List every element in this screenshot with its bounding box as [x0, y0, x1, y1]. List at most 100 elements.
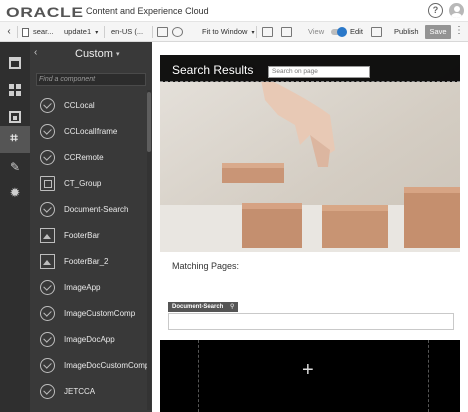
section-guide-line	[160, 81, 460, 82]
search-results-section[interactable]: Search Results Search on page	[160, 55, 460, 252]
component-label: JETCCA	[64, 387, 96, 396]
check-circle-icon	[40, 332, 55, 347]
rail-item-settings[interactable]: ✹	[0, 180, 30, 207]
component-label: ImageApp	[64, 283, 101, 292]
chevron-down-icon[interactable]: ▾	[116, 50, 120, 58]
group-icon	[40, 176, 55, 191]
components-panel: ‹ Custom ▾ Find a component CCLocal CCLo…	[30, 42, 152, 412]
component-item[interactable]: CCLocal	[30, 93, 146, 119]
component-label: CT_Group	[64, 179, 102, 188]
component-label: CCRemote	[64, 153, 104, 162]
oracle-logo: ORACLE	[6, 4, 84, 20]
editor-toolbar: ‹ sear... update1 ▾ en-US (... Fit to Wi…	[0, 22, 468, 42]
toolbar-divider	[17, 26, 18, 38]
update-selector[interactable]: update1 ▾	[64, 22, 98, 42]
check-circle-icon	[40, 124, 55, 139]
component-label: ImageDocCustomComp	[64, 361, 150, 370]
image-icon	[40, 254, 55, 269]
component-label: ImageDocApp	[64, 335, 115, 344]
component-label: CCLocalIframe	[64, 127, 118, 136]
component-label: FooterBar_2	[64, 257, 109, 266]
component-item[interactable]: ImageApp	[30, 275, 146, 301]
hero-photo	[160, 55, 460, 252]
component-item[interactable]: CCLocalIframe	[30, 119, 146, 145]
add-component-icon[interactable]: +	[302, 360, 314, 380]
check-circle-icon	[40, 384, 55, 399]
component-item[interactable]: CCRemote	[30, 145, 146, 171]
rail-item-components[interactable]: ⌗	[0, 126, 30, 153]
view-mode-label[interactable]: View	[308, 22, 324, 42]
rail-item-layout[interactable]	[0, 50, 30, 77]
device-preview-icon[interactable]	[157, 27, 168, 37]
slot-guide-line	[198, 340, 199, 412]
component-label: CCLocal	[64, 101, 95, 110]
component-label: Document-Search	[64, 205, 129, 214]
panel-title[interactable]: Custom	[75, 48, 113, 60]
document-search-component[interactable]	[168, 313, 454, 330]
brand-bar: ORACLE Content and Experience Cloud ?	[0, 0, 468, 22]
empty-slot[interactable]: +	[160, 340, 460, 412]
check-circle-icon	[40, 98, 55, 113]
product-name: Content and Experience Cloud	[86, 6, 209, 16]
component-item[interactable]: Document-Search	[30, 197, 146, 223]
panel-scroll-thumb[interactable]	[147, 92, 151, 152]
image-icon	[40, 228, 55, 243]
back-button[interactable]: ‹	[3, 22, 15, 42]
share-icon[interactable]	[371, 27, 382, 37]
check-circle-icon	[40, 306, 55, 321]
find-component-input[interactable]: Find a component	[36, 73, 146, 86]
image-icon	[9, 111, 21, 123]
component-item[interactable]: FooterBar	[30, 223, 146, 249]
search-on-page-input[interactable]: Search on page	[268, 66, 370, 78]
page-icon	[22, 28, 29, 37]
history-icon[interactable]	[281, 27, 292, 37]
component-item[interactable]: ImageCustomComp	[30, 301, 146, 327]
more-options-icon[interactable]: ⋮	[454, 22, 464, 42]
rail-item-theme[interactable]: ✎	[0, 154, 30, 181]
user-avatar-icon[interactable]	[449, 3, 464, 18]
rotate-icon[interactable]	[172, 27, 183, 37]
fit-label: Fit to Window	[202, 27, 248, 36]
component-item[interactable]: CT_Group	[30, 171, 146, 197]
page-canvas: Search Results Search on page Matching P…	[152, 42, 468, 412]
component-label: ImageCustomComp	[64, 309, 136, 318]
check-circle-icon	[40, 280, 55, 295]
search-results-title: Search Results	[172, 63, 254, 77]
edit-mode-label[interactable]: Edit	[350, 22, 363, 42]
check-circle-icon	[40, 358, 55, 373]
check-circle-icon	[40, 150, 55, 165]
document-search-tag-label: Document-Search	[172, 304, 224, 310]
layout-options-icon[interactable]	[262, 27, 273, 37]
toolbar-divider	[256, 26, 257, 38]
matching-pages-label: Matching Pages:	[172, 261, 240, 271]
help-icon[interactable]: ?	[428, 3, 443, 18]
left-rail: ⌗ ✎ ✹	[0, 42, 30, 412]
component-item[interactable]: ImageDocApp	[30, 327, 146, 353]
chevron-down-icon: ▾	[95, 30, 99, 36]
component-label: FooterBar	[64, 231, 100, 240]
collapse-panel-icon[interactable]: ‹	[34, 47, 37, 58]
toggle-knob	[337, 27, 347, 37]
update-name: update1	[64, 27, 92, 36]
grid-icon	[9, 84, 21, 96]
save-button[interactable]: Save	[425, 25, 451, 39]
gear-icon: ✹	[9, 185, 21, 200]
component-item[interactable]: JETCCA	[30, 379, 146, 405]
slot-guide-line	[428, 340, 429, 412]
page-name[interactable]: sear...	[33, 22, 53, 42]
fit-to-window-select[interactable]: Fit to Window ▾	[202, 22, 255, 42]
site-builder-app: ORACLE Content and Experience Cloud ? ‹ …	[0, 0, 468, 412]
component-item[interactable]: ImageDocCustomComp	[30, 353, 150, 379]
settings-icon[interactable]: ⚲	[230, 304, 234, 310]
check-circle-icon	[40, 202, 55, 217]
crop-icon: ⌗	[10, 130, 18, 145]
toolbar-divider	[104, 26, 105, 38]
publish-button[interactable]: Publish	[394, 22, 419, 42]
toolbar-divider	[152, 26, 153, 38]
layout-icon	[9, 57, 21, 69]
component-item[interactable]: FooterBar_2	[30, 249, 146, 275]
rail-item-grid[interactable]	[0, 77, 30, 104]
document-search-tag[interactable]: Document-Search ⚲	[168, 302, 239, 312]
chevron-down-icon: ▾	[251, 30, 255, 36]
locale-selector[interactable]: en-US (...	[111, 22, 143, 42]
